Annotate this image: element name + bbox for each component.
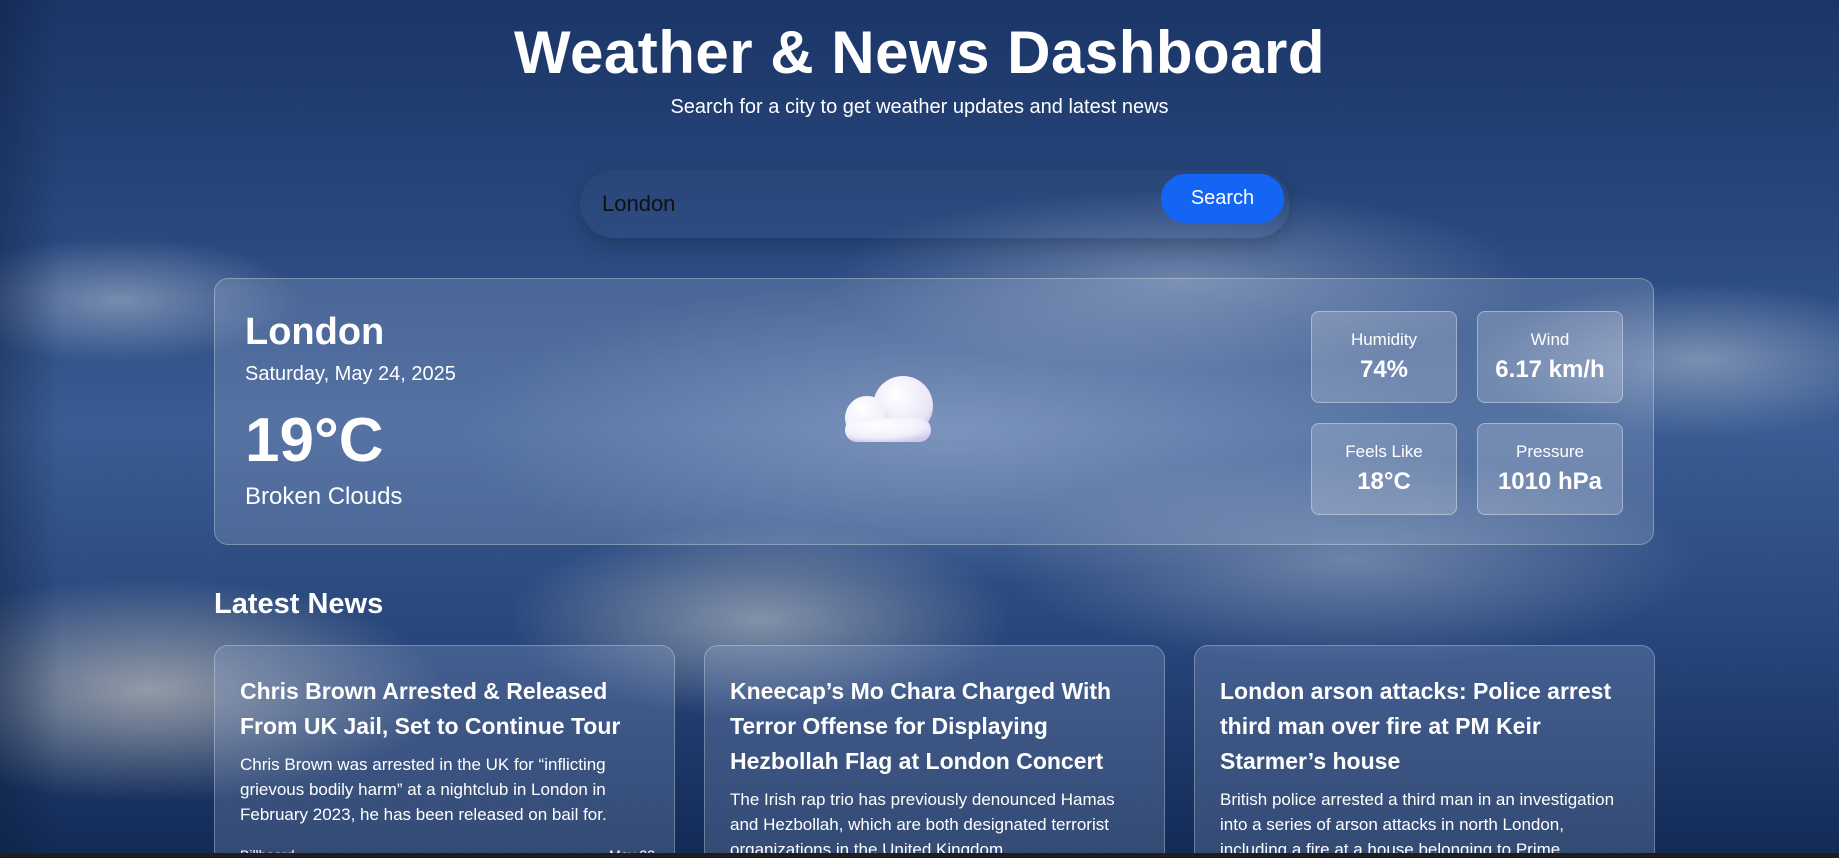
news-card-title[interactable]: Kneecap’s Mo Chara Charged With Terror O… — [730, 674, 1145, 779]
cloud-icon — [845, 376, 933, 442]
wind-label: Wind — [1530, 330, 1570, 349]
weather-temperature: 19°C — [245, 406, 384, 475]
news-card-title[interactable]: London arson attacks: Police arrest thir… — [1220, 674, 1635, 779]
humidity-stat: Humidity 74% — [1311, 311, 1457, 403]
page-title: Weather & News Dashboard — [513, 19, 1326, 86]
news-card-summary: The Irish rap trio has previously denoun… — [730, 790, 1115, 858]
pressure-label: Pressure — [1515, 442, 1585, 461]
weather-city: London — [245, 311, 385, 353]
search-input[interactable] — [602, 184, 1122, 224]
pressure-value: 1010 hPa — [1497, 468, 1603, 495]
wind-stat: Wind 6.17 km/h — [1477, 311, 1623, 403]
weather-condition: Broken Clouds — [245, 483, 403, 510]
page-subtitle: Search for a city to get weather updates… — [670, 96, 1169, 118]
news-card[interactable]: Chris Brown Arrested & Released From UK … — [214, 645, 675, 858]
news-card[interactable]: Kneecap’s Mo Chara Charged With Terror O… — [704, 645, 1165, 858]
feels-like-stat: Feels Like 18°C — [1311, 423, 1457, 515]
humidity-value: 74% — [1359, 356, 1409, 383]
news-card-summary: British police arrested a third man in a… — [1220, 790, 1615, 858]
news-card-title[interactable]: Chris Brown Arrested & Released From UK … — [240, 674, 655, 744]
bottom-edge-bar — [0, 853, 1839, 858]
weather-card: London Saturday, May 24, 2025 19°C Broke… — [214, 278, 1654, 545]
weather-date: Saturday, May 24, 2025 — [245, 363, 456, 385]
news-card-summary: Chris Brown was arrested in the UK for “… — [240, 755, 607, 824]
page-header: Weather & News Dashboard Search for a ci… — [0, 18, 1839, 119]
news-section-title: Latest News — [214, 588, 384, 620]
feels-like-label: Feels Like — [1345, 442, 1423, 461]
news-card[interactable]: London arson attacks: Police arrest thir… — [1194, 645, 1655, 858]
pressure-stat: Pressure 1010 hPa — [1477, 423, 1623, 515]
wind-value: 6.17 km/h — [1495, 356, 1605, 383]
humidity-label: Humidity — [1350, 330, 1418, 349]
search-button[interactable]: Search — [1161, 174, 1284, 223]
feels-like-value: 18°C — [1357, 468, 1411, 495]
